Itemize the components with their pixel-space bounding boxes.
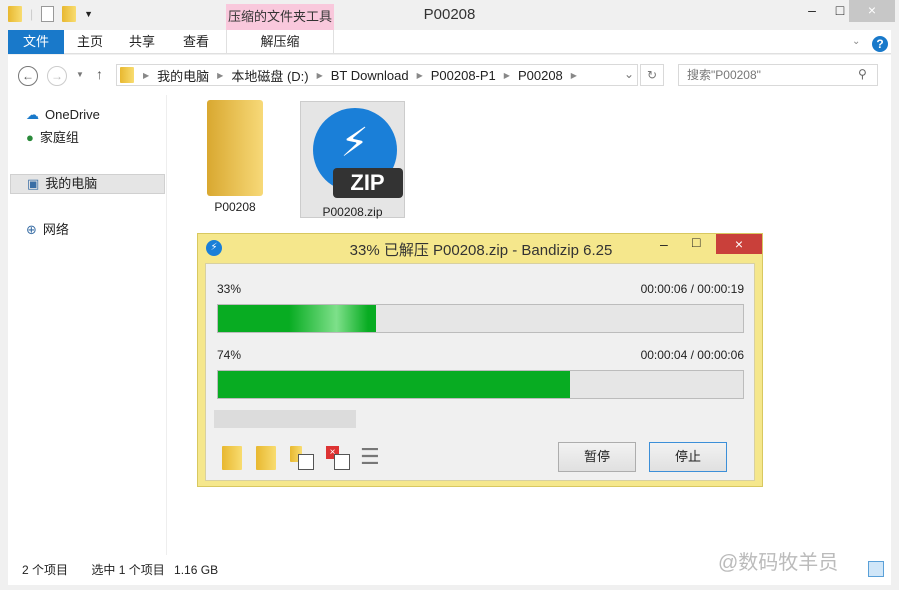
progress-fill	[218, 371, 570, 398]
crumb-item[interactable]: P00208	[518, 68, 563, 83]
folder-icon	[120, 67, 134, 83]
cloud-icon: ☁	[26, 107, 39, 122]
network-icon: ⊕	[26, 222, 37, 237]
chevron-right-icon: ▶	[217, 70, 224, 80]
delete-icon[interactable]: ×	[326, 446, 350, 470]
nav-item-homegroup[interactable]: ● 家庭组	[26, 128, 79, 148]
open-archive-folder-icon[interactable]	[222, 446, 242, 470]
dialog-maximize-button[interactable]: □	[692, 234, 700, 250]
dialog-body: 33% 00:00:06 / 00:00:19 74% 00:00:04 / 0…	[205, 263, 755, 481]
homegroup-icon: ●	[26, 130, 34, 145]
file-progress-bar	[217, 370, 744, 399]
chevron-right-icon: ▶	[503, 70, 510, 80]
progress-percent: 33%	[217, 282, 242, 296]
tab-view[interactable]: 查看	[174, 30, 218, 54]
progress-percent: 74%	[217, 348, 242, 362]
recent-dropdown-icon[interactable]: ▼	[76, 70, 84, 79]
tab-share[interactable]: 共享	[120, 30, 164, 54]
help-icon[interactable]: ?	[872, 36, 888, 52]
search-input[interactable]: 搜索"P00208"	[678, 64, 878, 86]
computer-icon: ▣	[27, 176, 40, 191]
tab-extract[interactable]: 解压缩	[226, 30, 334, 54]
file-item[interactable]: P00208	[190, 100, 280, 218]
back-button[interactable]: ←	[18, 66, 38, 86]
bandizip-zip-icon: ⚡ ZIP	[309, 108, 403, 198]
progress-time: 00:00:06 / 00:00:19	[640, 282, 744, 296]
chevron-right-icon: ▶	[143, 70, 150, 80]
watermark: @数码牧羊员	[718, 552, 839, 574]
total-progress-bar	[217, 304, 744, 333]
blurred-filename	[214, 410, 356, 428]
progress-fill	[218, 305, 376, 332]
close-button[interactable]: ×	[849, 0, 895, 22]
nav-item-onedrive[interactable]: ☁ OneDrive	[26, 105, 100, 125]
chevron-right-icon: ▶	[570, 70, 577, 80]
file-item-selected[interactable]: ⚡ ZIP P00208.zip	[300, 101, 405, 219]
dialog-minimize-button[interactable]: –	[660, 236, 668, 252]
copy-icon[interactable]	[290, 446, 314, 470]
crumb-item[interactable]: P00208-P1	[431, 68, 496, 83]
chevron-right-icon: ▶	[316, 70, 323, 80]
refresh-icon[interactable]: ↻	[640, 64, 664, 86]
open-output-folder-icon[interactable]	[256, 446, 276, 470]
menu-icon[interactable]: ☰	[360, 444, 380, 470]
minimize-button[interactable]: –	[797, 0, 827, 22]
stop-button[interactable]: 停止	[649, 442, 727, 472]
nav-item-this-pc[interactable]: ▣ 我的电脑	[10, 174, 165, 194]
crumb-item[interactable]: BT Download	[331, 68, 409, 83]
nav-item-network[interactable]: ⊕ 网络	[26, 220, 69, 240]
large-icons-view-button[interactable]	[868, 561, 884, 577]
window-title: P00208	[423, 6, 476, 23]
dialog-title: 33% 已解压 P00208.zip - Bandizip 6.25	[349, 242, 613, 259]
tab-home[interactable]: 主页	[68, 30, 112, 54]
breadcrumb[interactable]: ▶ 我的电脑 ▶ 本地磁盘 (D:) ▶ BT Download ▶ P00208-P…	[116, 64, 638, 86]
crumb-item[interactable]: 本地磁盘 (D:)	[231, 66, 308, 85]
address-dropdown-icon[interactable]: ⌄	[624, 67, 634, 81]
progress-time: 00:00:04 / 00:00:06	[640, 348, 744, 362]
bandizip-progress-dialog: ⚡ 33% 已解压 P00208.zip - Bandizip 6.25 – □…	[197, 233, 763, 487]
folder-icon	[207, 100, 263, 196]
expand-ribbon-icon[interactable]: ⌄	[852, 36, 860, 47]
forward-button[interactable]: →	[47, 66, 67, 86]
search-icon[interactable]: ⚲	[858, 67, 867, 81]
tab-file[interactable]: 文件	[8, 30, 64, 54]
pause-button[interactable]: 暂停	[558, 442, 636, 472]
crumb-item[interactable]: 我的电脑	[157, 66, 209, 85]
up-button[interactable]: ↑	[96, 66, 103, 82]
chevron-right-icon: ▶	[416, 70, 423, 80]
dialog-close-button[interactable]: ×	[716, 234, 762, 254]
